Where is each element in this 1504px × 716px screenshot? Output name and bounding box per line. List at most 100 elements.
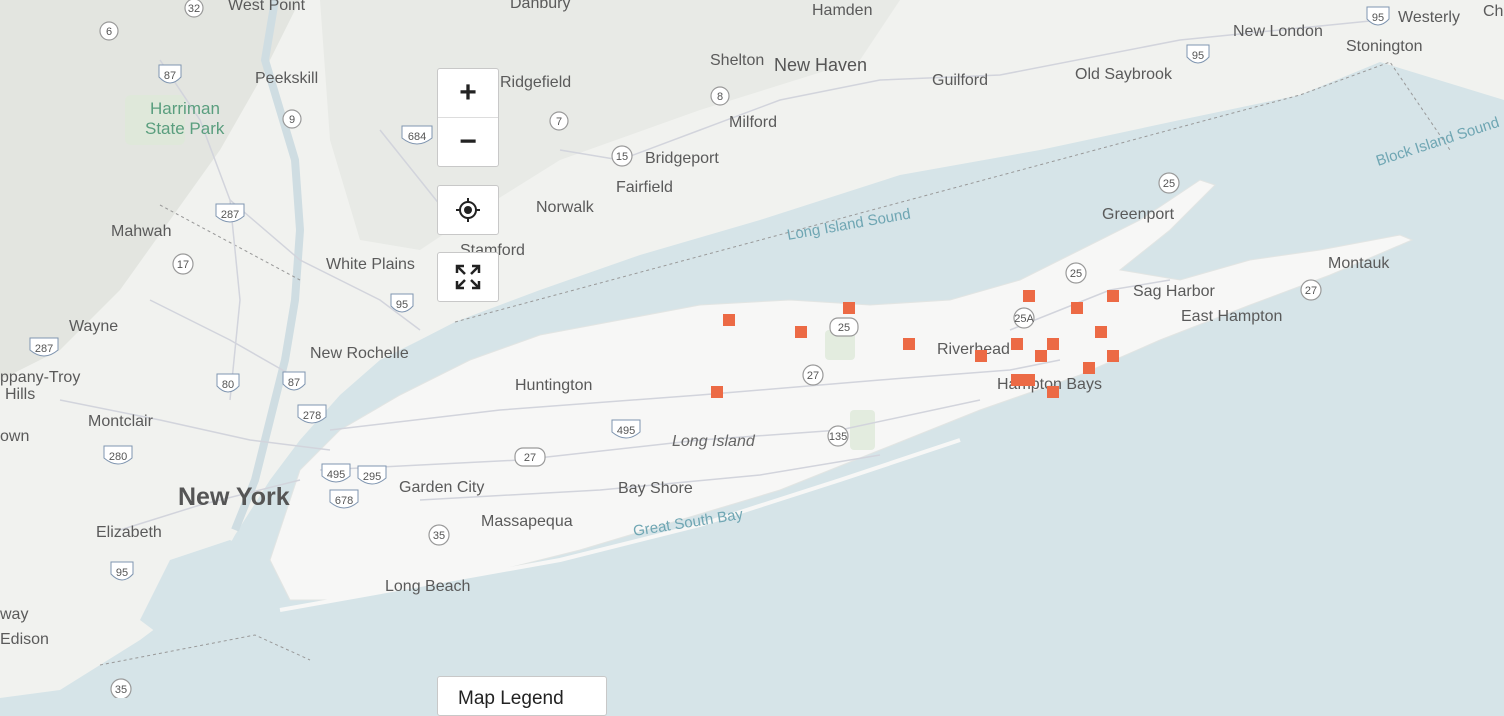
map-canvas[interactable]: 32 95 95 87 684 287 287 95 80 87 278 495… xyxy=(0,0,1504,698)
route-shield-label: 27 xyxy=(807,370,819,382)
place-label: Greenport xyxy=(1102,206,1175,223)
route-shield-label: 25 xyxy=(838,322,850,334)
water-label: Block Island Sound xyxy=(1374,114,1501,170)
route-shield-label: 135 xyxy=(829,431,847,443)
place-label: Montclair xyxy=(88,413,154,430)
location-marker[interactable] xyxy=(1011,338,1023,350)
location-marker[interactable] xyxy=(1011,374,1023,386)
location-marker[interactable] xyxy=(1107,290,1119,302)
route-shield-label: 278 xyxy=(303,410,321,422)
place-label: New York xyxy=(178,483,290,511)
zoom-in-button[interactable]: + xyxy=(438,69,498,118)
place-label: Bay Shore xyxy=(618,480,693,497)
place-label: Milford xyxy=(729,114,777,131)
route-shield-label: 25 xyxy=(1070,268,1082,280)
route-shield-label: 95 xyxy=(1192,50,1204,62)
location-marker[interactable] xyxy=(1023,374,1035,386)
place-label: Norwalk xyxy=(536,199,595,216)
place-label: East Hampton xyxy=(1181,308,1282,325)
place-label: Peekskill xyxy=(255,70,318,87)
place-label: Harriman xyxy=(150,99,220,118)
location-marker[interactable] xyxy=(1107,350,1119,362)
place-label: Fairfield xyxy=(616,179,673,196)
location-marker[interactable] xyxy=(711,386,723,398)
route-shield-label: 87 xyxy=(288,377,300,389)
place-label: Montauk xyxy=(1328,255,1390,272)
place-label: West Point xyxy=(228,0,306,14)
place-label: Long Beach xyxy=(385,578,470,595)
crosshair-icon xyxy=(456,198,480,222)
route-shield-label: 9 xyxy=(289,114,295,126)
route-shield-label: 95 xyxy=(1372,12,1384,24)
location-marker[interactable] xyxy=(1047,386,1059,398)
route-shield-label: 35 xyxy=(115,684,127,696)
fullscreen-control xyxy=(437,252,499,302)
location-marker[interactable] xyxy=(795,326,807,338)
locate-control xyxy=(437,185,499,235)
location-marker[interactable] xyxy=(1035,350,1047,362)
place-label: Wayne xyxy=(69,318,118,335)
location-marker[interactable] xyxy=(723,314,735,326)
fullscreen-button[interactable] xyxy=(438,253,498,301)
plus-icon: + xyxy=(459,76,477,109)
place-label: State Park xyxy=(145,119,225,138)
route-shield-label: 95 xyxy=(396,299,408,311)
place-label: Riverhead xyxy=(937,341,1010,358)
location-marker[interactable] xyxy=(1083,362,1095,374)
place-label: Hills xyxy=(5,386,35,403)
route-shield-label: 684 xyxy=(408,131,426,143)
route-shield-label: 495 xyxy=(617,425,635,437)
route-shield-label: 87 xyxy=(164,70,176,82)
place-label: way xyxy=(0,606,28,623)
place-label: Ridgefield xyxy=(500,74,571,91)
minus-icon: − xyxy=(459,125,477,158)
place-label: Elizabeth xyxy=(96,524,162,541)
place-label: ppany-Troy xyxy=(0,369,80,386)
route-shield-label: 280 xyxy=(109,451,127,463)
route-shield-label: 8 xyxy=(717,91,723,103)
map-legend-toggle[interactable]: Map Legend xyxy=(437,676,607,716)
place-label: New Haven xyxy=(774,55,867,75)
location-marker[interactable] xyxy=(975,350,987,362)
locate-button[interactable] xyxy=(438,186,498,234)
zoom-out-button[interactable]: − xyxy=(438,118,498,166)
place-label: Mahwah xyxy=(111,223,171,240)
route-shield-label: 6 xyxy=(106,26,112,38)
route-shield-label: 32 xyxy=(188,3,200,15)
place-label: Sag Harbor xyxy=(1133,283,1215,300)
island-label: Long Island xyxy=(672,433,756,450)
route-shield-label: 17 xyxy=(177,259,189,271)
place-label: Garden City xyxy=(399,479,484,496)
location-marker[interactable] xyxy=(1071,302,1083,314)
location-marker[interactable] xyxy=(1095,326,1107,338)
water-label: Long Island Sound xyxy=(786,205,912,243)
place-label: own xyxy=(0,428,29,445)
place-label: Hamden xyxy=(812,2,872,19)
location-marker[interactable] xyxy=(1023,290,1035,302)
zoom-control: + − xyxy=(437,68,499,167)
place-label: Edison xyxy=(0,631,49,648)
place-label: Guilford xyxy=(932,72,988,89)
route-shield-label: 495 xyxy=(327,469,345,481)
place-label: Shelton xyxy=(710,52,764,69)
place-label: Ch xyxy=(1483,3,1503,20)
route-shield-label: 35 xyxy=(433,530,445,542)
route-shield-label: 7 xyxy=(556,116,562,128)
location-marker[interactable] xyxy=(1047,338,1059,350)
place-label: Old Saybrook xyxy=(1075,66,1173,83)
route-shield-label: 15 xyxy=(616,151,628,163)
route-shield-label: 287 xyxy=(35,343,53,355)
route-shield-label: 287 xyxy=(221,209,239,221)
place-label: Huntington xyxy=(515,377,592,394)
place-label: New Rochelle xyxy=(310,345,409,362)
location-marker[interactable] xyxy=(903,338,915,350)
place-label: New London xyxy=(1233,23,1323,40)
route-shield-label: 678 xyxy=(335,495,353,507)
route-shield-label: 95 xyxy=(116,567,128,579)
location-marker[interactable] xyxy=(843,302,855,314)
place-label: Bridgeport xyxy=(645,150,719,167)
place-label: Danbury xyxy=(510,0,570,12)
park-area xyxy=(850,410,875,450)
place-label: White Plains xyxy=(326,256,415,273)
route-shield-label: 27 xyxy=(1305,285,1317,297)
